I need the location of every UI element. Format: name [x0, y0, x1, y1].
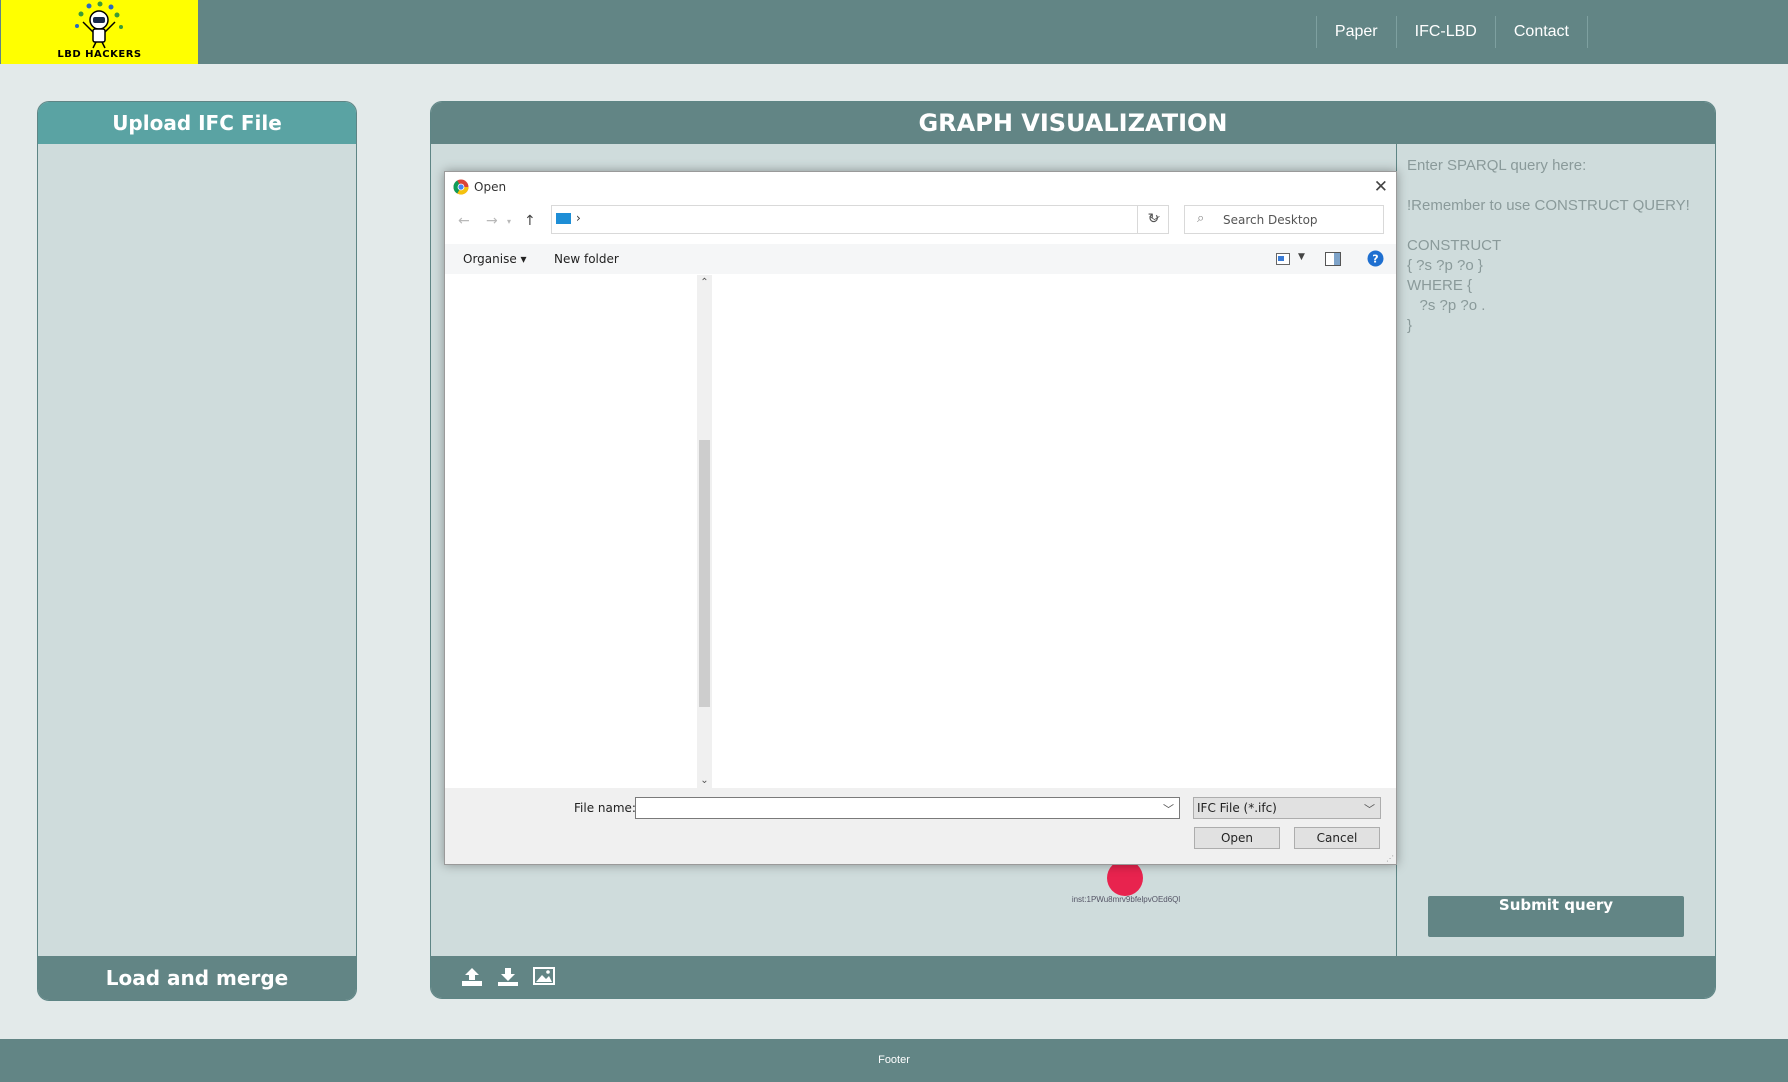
download-icon[interactable] [497, 967, 519, 987]
recent-locations-chevron-icon[interactable]: ▾ [507, 217, 511, 226]
cancel-button[interactable]: Cancel [1294, 827, 1380, 849]
upload-icon[interactable] [461, 967, 483, 987]
desktop-pc-icon [556, 213, 571, 224]
page-footer: Footer [0, 1039, 1788, 1082]
scrollbar-thumb[interactable] [699, 440, 710, 707]
view-dropdown-icon[interactable]: ▼ [1298, 252, 1305, 262]
graph-toolbar [431, 956, 1715, 998]
scroll-down-icon[interactable]: ⌄ [697, 775, 712, 786]
nav-link-ifc-lbd[interactable]: IFC-LBD [1395, 16, 1495, 48]
nav-link-contact[interactable]: Contact [1494, 16, 1588, 48]
address-row: ← → ▾ ↑ › ﹀ ↻ ⌕ Search Desktop [445, 205, 1396, 237]
file-type-select[interactable]: IFC File (*.ifc) ﹀ [1193, 797, 1381, 819]
main-nav: Paper IFC-LBD Contact [1315, 16, 1588, 48]
dialog-title: Open [474, 180, 507, 194]
file-name-input[interactable]: ﹀ [635, 797, 1180, 819]
address-separator: › [576, 211, 581, 225]
file-type-dropdown-icon: ﹀ [1364, 803, 1375, 816]
scroll-up-icon[interactable]: ⌃ [697, 277, 712, 288]
logo-text: LBD HACKERS [57, 49, 142, 60]
chrome-icon [453, 179, 469, 195]
sparql-query-textarea[interactable]: Enter SPARQL query here: !Remember to us… [1396, 144, 1715, 957]
command-bar: Organise ▾ New folder ▼ ? [445, 244, 1396, 274]
lbd-hackers-logo[interactable]: LBD HACKERS [1, 0, 198, 64]
up-arrow-icon[interactable]: ↑ [524, 213, 536, 229]
navigation-scrollbar[interactable]: ⌃ ⌄ [697, 275, 712, 788]
view-options-icon[interactable] [1276, 253, 1290, 265]
dialog-title-bar: Open ✕ [445, 172, 1396, 202]
astronaut-logo-icon [75, 1, 123, 49]
search-placeholder: Search Desktop [1223, 213, 1318, 227]
svg-text:?: ? [1372, 253, 1378, 266]
file-name-dropdown-icon[interactable]: ﹀ [1163, 801, 1174, 817]
search-icon: ⌕ [1197, 211, 1205, 226]
refresh-icon[interactable]: ↻ [1137, 205, 1169, 234]
close-icon[interactable]: ✕ [1374, 177, 1388, 197]
top-navbar: LBD HACKERS Paper IFC-LBD Contact [0, 0, 1788, 64]
graph-panel-title: GRAPH VISUALIZATION [431, 102, 1715, 144]
nav-link-paper[interactable]: Paper [1315, 16, 1396, 48]
file-list-pane[interactable] [712, 275, 1396, 788]
address-bar[interactable]: › ﹀ [551, 205, 1169, 234]
navigation-pane[interactable] [445, 275, 697, 788]
preview-pane-icon[interactable] [1325, 252, 1341, 266]
load-and-merge-button[interactable]: Load and merge [38, 956, 356, 1000]
open-button[interactable]: Open [1194, 827, 1280, 849]
upload-panel-title: Upload IFC File [38, 102, 356, 144]
upload-panel: Upload IFC File Load and merge [37, 101, 357, 1001]
submit-query-button[interactable]: Submit query [1428, 896, 1684, 937]
back-arrow-icon[interactable]: ← [458, 213, 470, 229]
forward-arrow-icon[interactable]: → [486, 213, 498, 229]
graph-node[interactable] [1107, 860, 1143, 896]
help-icon[interactable]: ? [1367, 250, 1384, 267]
image-icon[interactable] [533, 967, 555, 985]
graph-node-label: inst:1PWu8mrv9bfelpvOEd6Ql [1071, 895, 1181, 904]
open-file-dialog: Open ✕ ← → ▾ ↑ › ﹀ ↻ ⌕ Search Desktop Or… [444, 171, 1397, 865]
file-type-value: IFC File (*.ifc) [1197, 801, 1277, 815]
file-name-label: File name: [574, 801, 636, 815]
new-folder-button[interactable]: New folder [554, 252, 619, 266]
organise-menu[interactable]: Organise ▾ [463, 252, 527, 266]
sparql-query-placeholder: Enter SPARQL query here: !Remember to us… [1407, 157, 1690, 334]
dialog-bottom-area: File name: ﹀ IFC File (*.ifc) ﹀ Open Can… [445, 788, 1396, 864]
resize-grip-icon[interactable]: ⋰ [1386, 854, 1394, 863]
search-input[interactable]: ⌕ Search Desktop [1184, 205, 1384, 234]
